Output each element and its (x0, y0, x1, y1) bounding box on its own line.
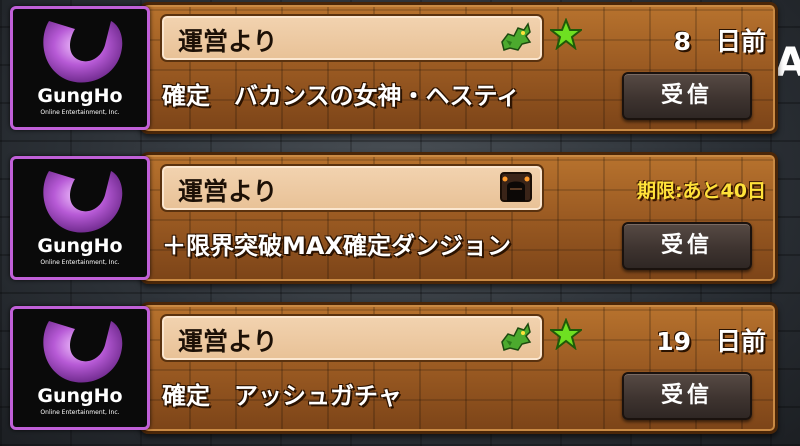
gungho-u-mark (43, 171, 123, 233)
mail-list: GungHo Online Entertainment, Inc. 運営より 8… (0, 0, 800, 446)
sender-label: 運営より (178, 27, 278, 56)
star-icon (550, 318, 582, 350)
mail-title: ＋限界突破MAX確定ダンジョン (162, 232, 511, 260)
sender-plate: 運営より (160, 314, 544, 362)
sender-label: 運営より (178, 177, 278, 206)
logo-wordmark: GungHo (37, 385, 123, 407)
dungeon-gate-icon (500, 172, 532, 202)
sender-label: 運営より (178, 327, 278, 356)
receive-button[interactable]: 受信 (622, 372, 752, 420)
gungho-u-mark (43, 321, 123, 383)
sender-plate: 運営より (160, 164, 544, 212)
days-ago-label: 19 日前 (656, 327, 766, 356)
mail-title: 確定 アッシュガチャ (162, 382, 402, 410)
gungho-logo-icon: GungHo Online Entertainment, Inc. (10, 306, 150, 430)
mail-row[interactable]: GungHo Online Entertainment, Inc. 運営より 期… (10, 150, 782, 288)
logo-subtitle: Online Entertainment, Inc. (40, 409, 120, 416)
receive-button[interactable]: 受信 (622, 72, 752, 120)
sender-plate: 運営より (160, 14, 544, 62)
logo-wordmark: GungHo (37, 85, 123, 107)
star-icon (550, 18, 582, 50)
logo-wordmark: GungHo (37, 235, 123, 257)
mail-row[interactable]: GungHo Online Entertainment, Inc. 運営より 1… (10, 300, 782, 438)
days-ago-label: 8 日前 (673, 27, 766, 56)
logo-subtitle: Online Entertainment, Inc. (40, 109, 120, 116)
mail-title: 確定 バカンスの女神・ヘスティ (162, 82, 521, 110)
gungho-logo-icon: GungHo Online Entertainment, Inc. (10, 156, 150, 280)
logo-subtitle: Online Entertainment, Inc. (40, 259, 120, 266)
dragon-icon (501, 22, 532, 51)
mail-row[interactable]: GungHo Online Entertainment, Inc. 運営より 8… (10, 0, 782, 138)
gungho-logo-icon: GungHo Online Entertainment, Inc. (10, 6, 150, 130)
deadline-label: 期限:あと40日 (636, 180, 766, 202)
dragon-icon (501, 322, 532, 351)
gungho-u-mark (43, 21, 123, 83)
receive-button[interactable]: 受信 (622, 222, 752, 270)
